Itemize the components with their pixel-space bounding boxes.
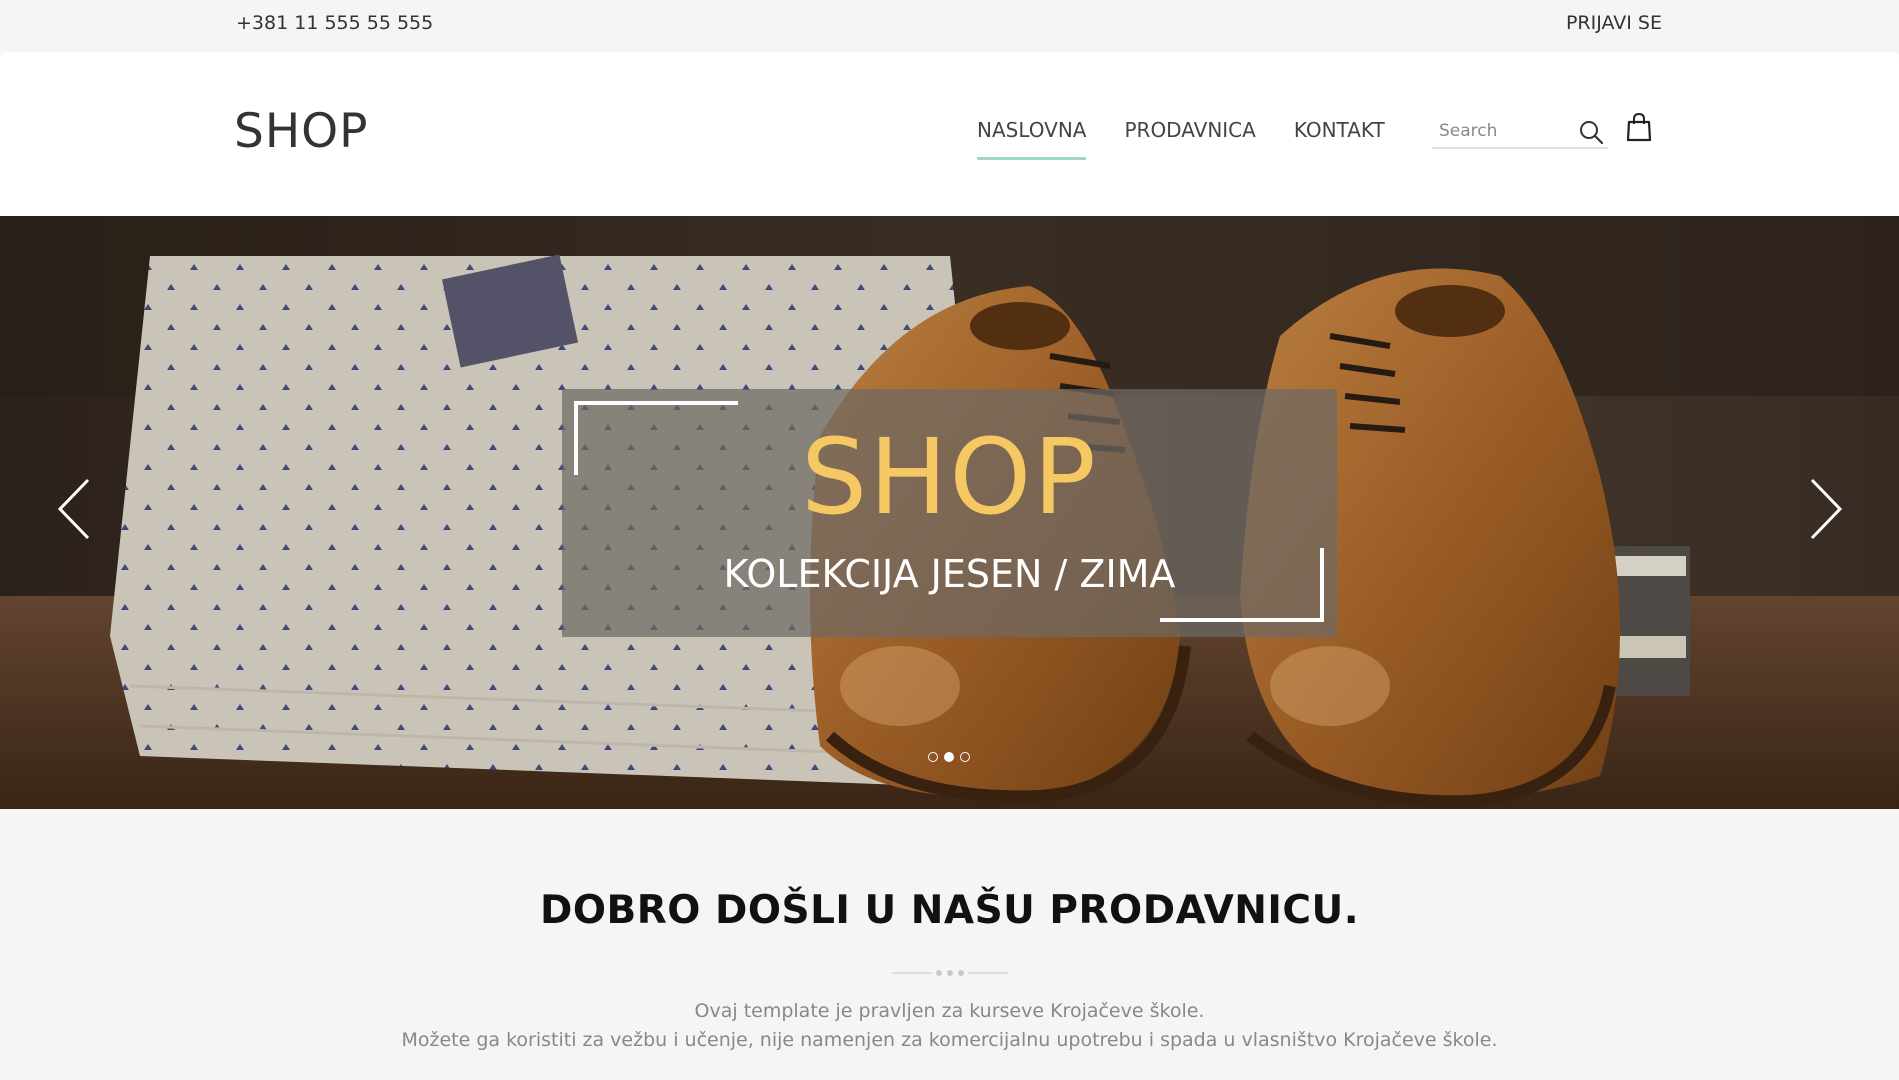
- site-header: SHOP NASLOVNA PRODAVNICA KONTAKT: [0, 52, 1899, 216]
- slider-dot-1[interactable]: [928, 752, 938, 762]
- nav-item-naslovna[interactable]: NASLOVNA: [977, 118, 1087, 160]
- search-box: [1432, 117, 1608, 149]
- slider-dot-2[interactable]: [944, 752, 954, 762]
- chevron-left-icon[interactable]: [54, 476, 94, 542]
- hero-slider: SHOP KOLEKCIJA JESEN / ZIMA: [0, 216, 1899, 809]
- slider-dots: [928, 752, 976, 762]
- nav-item-kontakt[interactable]: KONTAKT: [1294, 118, 1385, 160]
- welcome-heading: DOBRO DOŠLI U NAŠU PRODAVNICU.: [539, 888, 1360, 933]
- caption-frame-top: [574, 401, 738, 405]
- intro-line-2: Možete ga koristiti za vežbu i učenje, n…: [401, 1029, 1498, 1051]
- section-divider: [892, 970, 1008, 976]
- slider-dot-3[interactable]: [960, 752, 970, 762]
- chevron-right-icon[interactable]: [1806, 476, 1846, 542]
- phone-number: +381 11 555 55 555: [236, 12, 434, 34]
- shopping-bag-icon[interactable]: [1626, 112, 1652, 142]
- intro-line-1: Ovaj template je pravljen za kurseve Kro…: [694, 1000, 1205, 1022]
- login-link[interactable]: PRIJAVI SE: [1566, 12, 1662, 34]
- site-logo[interactable]: SHOP: [234, 104, 369, 159]
- search-icon[interactable]: [1578, 119, 1604, 145]
- hero-title: SHOP: [801, 416, 1098, 538]
- caption-frame-bottom: [1160, 618, 1324, 622]
- search-input[interactable]: [1432, 117, 1562, 145]
- hero-subtitle: KOLEKCIJA JESEN / ZIMA: [723, 552, 1176, 596]
- top-bar: +381 11 555 55 555 PRIJAVI SE: [0, 0, 1899, 50]
- main-nav: NASLOVNA PRODAVNICA KONTAKT: [977, 118, 1423, 160]
- nav-item-prodavnica[interactable]: PRODAVNICA: [1124, 118, 1255, 160]
